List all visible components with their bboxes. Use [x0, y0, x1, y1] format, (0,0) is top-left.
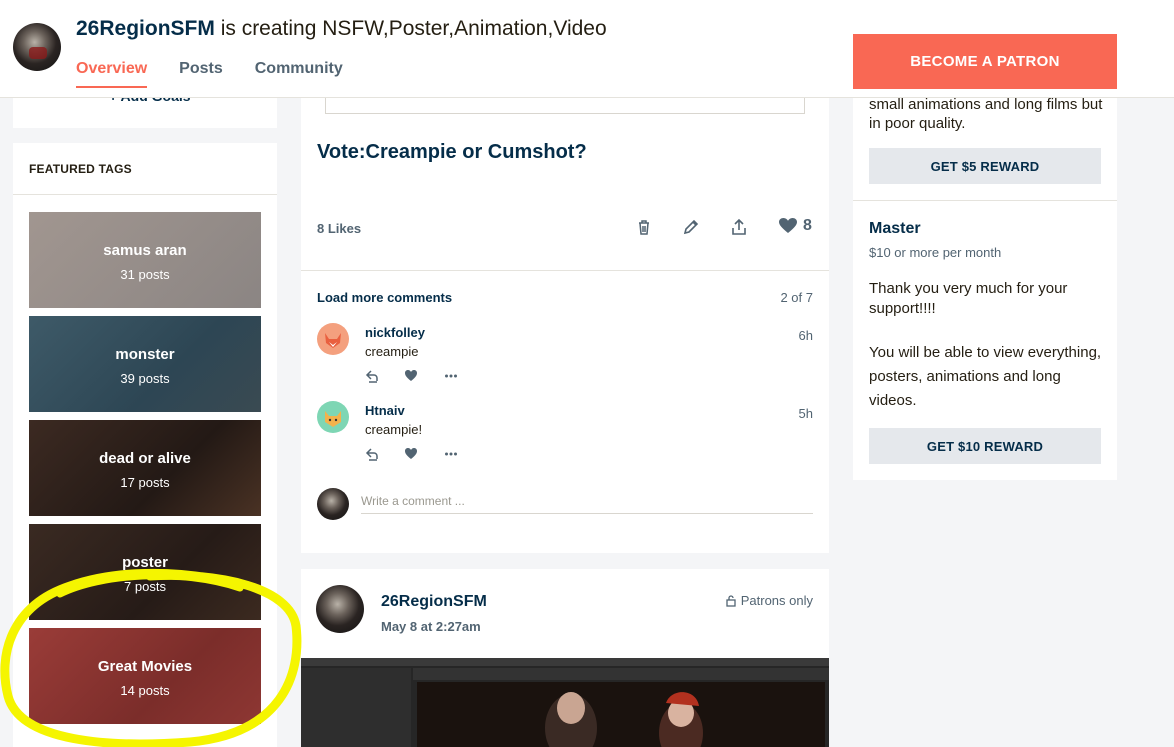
- tab-community[interactable]: Community: [255, 60, 343, 78]
- comment-text: creampie!: [365, 422, 423, 437]
- like-button[interactable]: 8: [779, 217, 812, 235]
- post-author-avatar[interactable]: [316, 585, 364, 633]
- load-more-comments-link[interactable]: Load more comments: [317, 290, 452, 305]
- commenter-avatar[interactable]: [317, 401, 349, 433]
- creator-headline: 26RegionSFM is creating NSFW,Poster,Anim…: [76, 17, 607, 41]
- become-patron-button[interactable]: BECOME A PATRON: [853, 34, 1117, 89]
- visibility-badge: Patrons only: [725, 593, 813, 608]
- commenter-avatar[interactable]: [317, 323, 349, 355]
- tier-desc-benefits: You will be able to view everything, pos…: [869, 344, 1102, 409]
- tier-name: Master: [869, 220, 921, 237]
- more-icon[interactable]: [444, 447, 458, 461]
- reply-icon[interactable]: [365, 369, 379, 383]
- tag-name: poster: [122, 554, 168, 571]
- heart-icon[interactable]: [404, 369, 418, 383]
- tag-great-movies[interactable]: Great Movies 14 posts: [29, 628, 261, 724]
- tier-desc-thanks: Thank you very much for your support!!!!: [869, 280, 1068, 317]
- tag-name: dead or alive: [99, 450, 191, 467]
- creator-name[interactable]: 26RegionSFM: [76, 17, 215, 40]
- post-date[interactable]: May 8 at 2:27am: [381, 619, 481, 634]
- cat-avatar-icon: [325, 411, 341, 427]
- current-user-avatar: [317, 488, 349, 520]
- tag-name: Great Movies: [97, 658, 193, 675]
- tab-posts[interactable]: Posts: [179, 60, 223, 78]
- comment-time: 6h: [798, 328, 813, 343]
- get-10-reward-button[interactable]: GET $10 REWARD: [869, 428, 1101, 464]
- tag-poster[interactable]: poster 7 posts: [29, 524, 261, 620]
- tag-count: 31 posts: [120, 267, 170, 282]
- post-image[interactable]: [301, 658, 829, 747]
- tier-description: Thank you very much for your support!!!!…: [869, 279, 1109, 413]
- tag-name: samus aran: [103, 242, 187, 259]
- post-author[interactable]: 26RegionSFM: [381, 593, 487, 611]
- tag-monster[interactable]: monster 39 posts: [29, 316, 261, 412]
- tag-count: 39 posts: [120, 371, 170, 386]
- tag-samus-aran[interactable]: samus aran 31 posts: [29, 212, 261, 308]
- goals-card: + Add Goals: [13, 88, 277, 128]
- heart-icon: [779, 218, 797, 233]
- like-count: 8: [803, 217, 812, 234]
- tag-count: 17 posts: [120, 475, 170, 490]
- comment-pager: 2 of 7: [780, 290, 813, 305]
- delete-icon[interactable]: [634, 217, 654, 237]
- tag-name: monster: [115, 346, 175, 363]
- comment-author[interactable]: nickfolley: [365, 325, 425, 340]
- tag-count: 14 posts: [120, 683, 170, 698]
- heart-icon[interactable]: [404, 447, 418, 461]
- page-header: 26RegionSFM is creating NSFW,Poster,Anim…: [0, 0, 1174, 98]
- tiers-card: small animations and long films but in p…: [853, 96, 1117, 480]
- next-post-card: 26RegionSFM May 8 at 2:27am Patrons only: [301, 569, 829, 747]
- tag-count: 7 posts: [124, 579, 166, 594]
- tag-dead-or-alive[interactable]: dead or alive 17 posts: [29, 420, 261, 516]
- comment-time: 5h: [798, 406, 813, 421]
- previous-content-box: [325, 98, 805, 114]
- divider: [301, 270, 829, 271]
- lock-icon: [726, 594, 736, 607]
- tab-overview[interactable]: Overview: [76, 60, 148, 88]
- reply-icon[interactable]: [365, 447, 379, 461]
- post-card: Vote:Creampie or Cumshot? 8 Likes 8 Load…: [301, 98, 829, 553]
- creator-tabs: Overview Posts Community: [76, 60, 343, 88]
- divider: [853, 200, 1117, 201]
- post-title[interactable]: Vote:Creampie or Cumshot?: [317, 141, 587, 164]
- featured-tags-title: FEATURED TAGS: [13, 143, 277, 195]
- comment-author[interactable]: Htnaiv: [365, 403, 405, 418]
- visibility-label: Patrons only: [740, 593, 813, 608]
- creator-avatar[interactable]: [13, 23, 61, 71]
- comment-text: creampie: [365, 344, 419, 359]
- share-icon[interactable]: [729, 217, 749, 237]
- fox-avatar-icon: [325, 333, 341, 348]
- comment-input[interactable]: [361, 488, 813, 514]
- tier-price: $10 or more per month: [869, 245, 1002, 260]
- edit-icon[interactable]: [681, 217, 701, 237]
- more-icon[interactable]: [444, 369, 458, 383]
- get-5-reward-button[interactable]: GET $5 REWARD: [869, 148, 1101, 184]
- previous-tier-description: small animations and long films but in p…: [869, 96, 1103, 132]
- likes-count[interactable]: 8 Likes: [317, 221, 361, 236]
- creating-text: is creating NSFW,Poster,Animation,Video: [214, 17, 607, 40]
- featured-tags-card: FEATURED TAGS samus aran 31 posts monste…: [13, 143, 277, 747]
